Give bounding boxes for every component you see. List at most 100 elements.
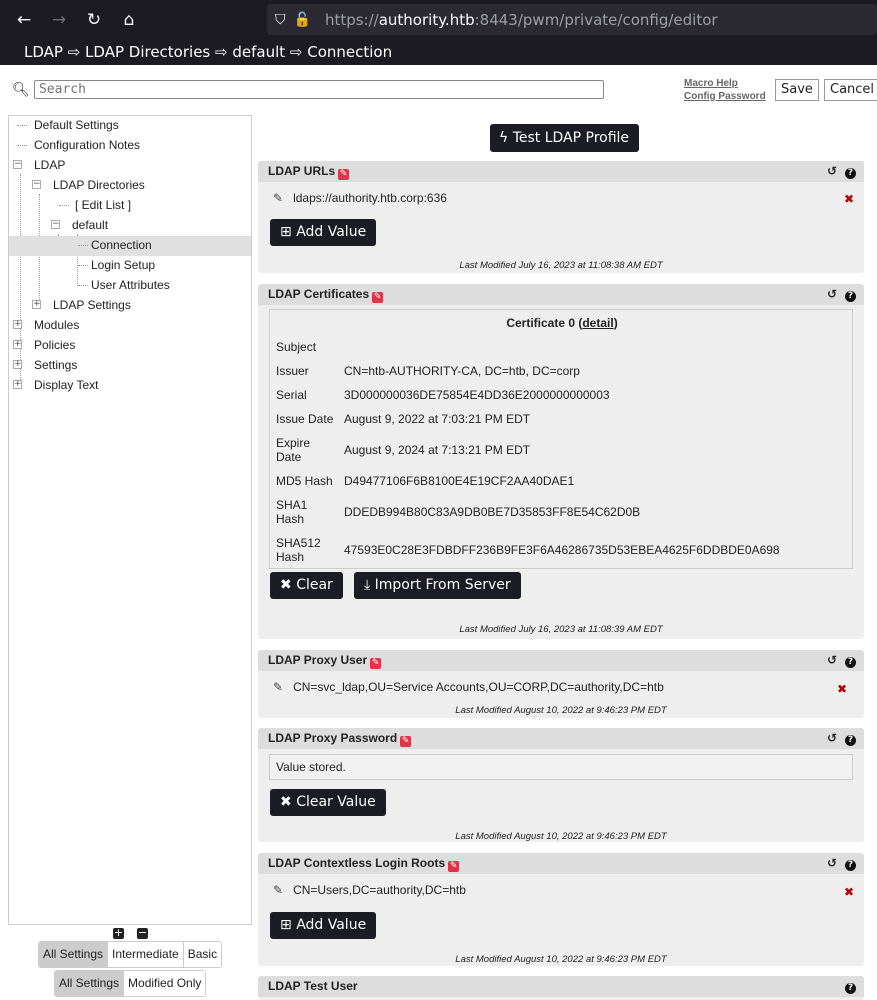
forward-icon[interactable]: → [48,9,70,31]
proxy-user-value[interactable]: CN=svc_ldap,OU=Service Accounts,OU=CORP,… [293,680,664,694]
lock-icon: 🔓 [293,11,311,28]
last-modified: Last Modified July 16, 2023 at 11:08:39 … [459,624,663,635]
help-icon[interactable]: ? [845,983,856,994]
expand-icon[interactable]: + [13,340,22,349]
level-intermediate[interactable]: Intermediate [108,942,184,967]
help-icon[interactable]: ? [845,291,856,302]
address-bar[interactable]: ⛉ 🔓 https://authority.htb:8443/pwm/priva… [267,4,877,35]
edit-icon[interactable]: ✎ [273,191,283,205]
collapse-all-icon[interactable]: − [137,927,148,939]
reload-icon[interactable]: ↻ [83,9,105,31]
button-label: Clear Value [296,794,376,810]
tree-item-ldap-settings[interactable]: + LDAP Settings [9,296,251,316]
plus-icon: ⊞ [280,224,297,240]
clear-value-button[interactable]: ✖ Clear Value [270,789,386,816]
ldap-url-value[interactable]: ldaps://authority.htb.corp:636 [293,191,447,205]
home-icon[interactable]: ⌂ [118,9,140,31]
shield-icon: ⛉ [275,11,286,28]
certificate-details: Certificate 0 (detail) Subject Issuer CN… [269,309,853,569]
tree-item-default-settings[interactable]: Default Settings [9,116,251,136]
tree-connector [78,245,88,246]
certificate-detail-link[interactable]: detail [582,316,613,330]
tree-label: Settings [34,358,78,372]
save-button[interactable]: Save [775,79,819,101]
tree-item-configuration-notes[interactable]: Configuration Notes [9,136,251,156]
remove-value-icon[interactable]: ✖ [844,885,854,899]
button-label: Add Value [296,917,367,933]
search-input[interactable] [34,80,604,99]
tree-label: Policies [34,338,76,352]
tree-label: User Attributes [91,278,170,292]
button-label: Import From Server [374,577,511,593]
help-icon[interactable]: ? [845,860,856,871]
cert-value: CN=htb-AUTHORITY-CA, DC=htb, DC=corp [344,364,580,378]
url-text: https://authority.htb:8443/pwm/private/c… [324,10,718,29]
edit-icon[interactable]: ✎ [273,883,283,897]
back-icon[interactable]: ← [13,9,35,31]
cancel-button[interactable]: Cancel [824,79,877,101]
collapse-icon[interactable]: − [51,220,60,229]
button-label: Add Value [296,224,367,240]
modified-only[interactable]: Modified Only [124,971,206,996]
modified-flag-icon: ✎ [448,861,460,872]
tree-label: LDAP Settings [53,298,131,312]
clear-button[interactable]: ✖ Clear [270,572,343,599]
x-icon: ✖ [280,794,297,810]
config-password-link[interactable]: Config Password [684,90,766,103]
cert-value: August 9, 2022 at 7:03:21 PM EDT [344,412,531,426]
last-modified: Last Modified August 10, 2022 at 9:46:23… [455,954,667,965]
expand-icon[interactable]: + [13,380,22,389]
collapse-icon[interactable]: − [32,180,41,189]
panel-ldap-certificates: LDAP Certificates ✎ ↺? Certificate 0 (det… [258,284,864,639]
level-basic[interactable]: Basic [183,942,222,967]
tree-item-display-text[interactable]: + Display Text [9,376,251,396]
expand-icon[interactable]: + [13,320,22,329]
panel-header: LDAP Proxy Password ✎ ↺? [258,728,864,749]
reset-icon[interactable]: ↺ [827,161,837,182]
tree-label: [ Edit List ] [75,198,132,212]
modified-filter: All Settings Modified Only [54,970,207,997]
header-links: Macro Help Config Password [684,77,766,103]
test-ldap-profile-button[interactable]: ϟ Test LDAP Profile [490,124,640,152]
tree-item-ldap-directories[interactable]: − LDAP Directories [9,176,251,196]
tree-item-policies[interactable]: + Policies [9,336,251,356]
help-icon[interactable]: ? [845,735,856,746]
login-root-value[interactable]: CN=Users,DC=authority,DC=htb [293,883,466,897]
reset-icon[interactable]: ↺ [827,728,837,749]
panel-ldap-urls: LDAP URLs ✎ ↺? ✎ ldaps://authority.htb.cor… [258,161,864,273]
tree-item-default[interactable]: − default [9,216,251,236]
expand-icon[interactable]: + [32,300,41,309]
last-modified: Last Modified August 10, 2022 at 9:46:23… [455,831,667,842]
cert-key: Serial [276,388,307,402]
tree-item-connection[interactable]: Connection [9,236,251,256]
expand-all-icon[interactable]: + [113,927,124,939]
tree-label: Configuration Notes [34,138,141,152]
reset-icon[interactable]: ↺ [827,284,837,305]
reset-icon[interactable]: ↺ [827,853,837,874]
help-icon[interactable]: ? [845,657,856,668]
reset-icon[interactable]: ↺ [827,650,837,671]
macro-help-link[interactable]: Macro Help [684,77,766,90]
modified-all-settings[interactable]: All Settings [55,971,125,996]
value-row: ✎ CN=Users,DC=authority,DC=htb [273,883,466,897]
tree-item-login-setup[interactable]: Login Setup [9,256,251,276]
add-value-button[interactable]: ⊞ Add Value [270,912,377,939]
import-from-server-button[interactable]: ⤓ Import From Server [354,572,521,599]
tree-item-edit-list[interactable]: [ Edit List ] [9,196,251,216]
add-value-button[interactable]: ⊞ Add Value [270,219,377,246]
remove-value-icon[interactable]: ✖ [844,192,854,206]
help-icon[interactable]: ? [845,168,856,179]
collapse-icon[interactable]: − [13,160,22,169]
panel-title: LDAP Contextless Login Roots [268,856,446,870]
tree-item-user-attributes[interactable]: User Attributes [9,276,251,296]
tree-item-ldap[interactable]: − LDAP [9,156,251,176]
level-all-settings[interactable]: All Settings [39,942,109,967]
tree-item-modules[interactable]: + Modules [9,316,251,336]
tree-item-settings[interactable]: + Settings [9,356,251,376]
tree-label: Display Text [34,378,99,392]
x-icon: ✖ [280,577,297,593]
remove-value-icon[interactable]: ✖ [837,682,847,696]
search-icon: 🔍︎ [12,82,30,98]
edit-icon[interactable]: ✎ [273,680,283,694]
expand-icon[interactable]: + [13,360,22,369]
